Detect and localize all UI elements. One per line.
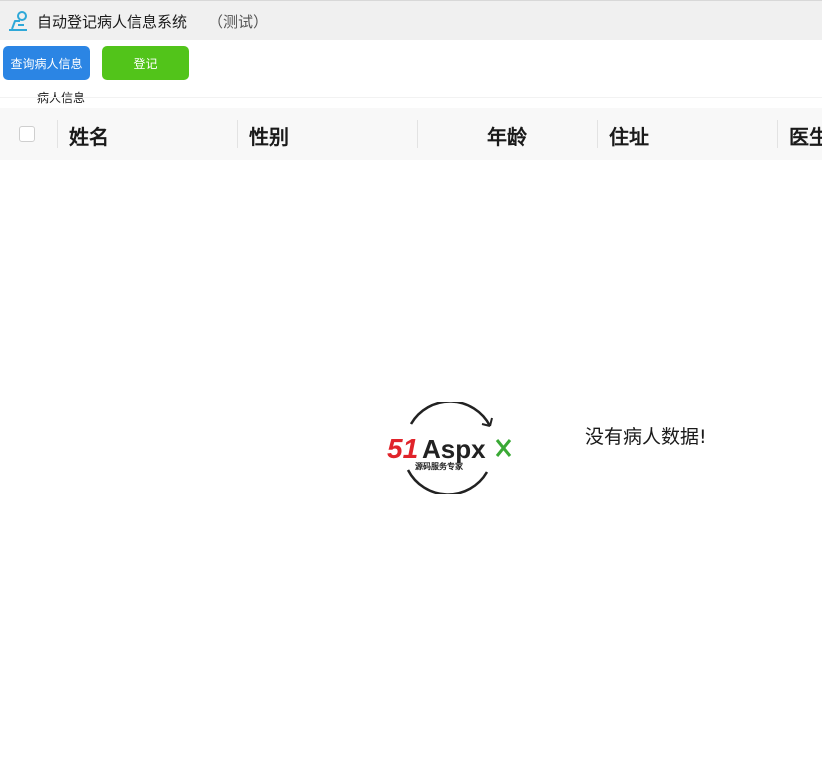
app-logo-icon	[9, 11, 27, 31]
empty-state-message: 没有病人数据!	[585, 426, 707, 448]
app-subtitle: （测试）	[208, 13, 269, 31]
register-button[interactable]: 登记	[102, 46, 189, 80]
column-header-gender[interactable]: 性别	[249, 121, 289, 150]
logo-tagline: 源码服务专家	[415, 461, 464, 471]
column-header-address[interactable]: 住址	[609, 121, 649, 150]
column-divider	[237, 120, 238, 148]
title-bar: 自动登记病人信息系统 （测试）	[0, 0, 822, 40]
table-header: 姓名 性别 年龄 住址 医生	[0, 108, 822, 160]
app-title: 自动登记病人信息系统	[37, 13, 188, 31]
logo-text-aspx: Aspx	[422, 434, 486, 464]
column-header-name[interactable]: 姓名	[69, 121, 109, 150]
column-divider	[597, 120, 598, 148]
column-divider	[777, 120, 778, 148]
select-all-checkbox[interactable]	[19, 126, 35, 142]
empty-state-logo: 51 Aspx 源码服务专家	[387, 402, 512, 494]
column-header-doctor[interactable]: 医生	[789, 121, 822, 150]
tab-divider	[0, 97, 822, 98]
query-patient-button[interactable]: 查询病人信息	[3, 46, 90, 80]
column-divider	[417, 120, 418, 148]
column-divider	[57, 120, 58, 148]
column-header-age[interactable]: 年龄	[487, 121, 527, 150]
logo-text-51: 51	[387, 433, 418, 464]
